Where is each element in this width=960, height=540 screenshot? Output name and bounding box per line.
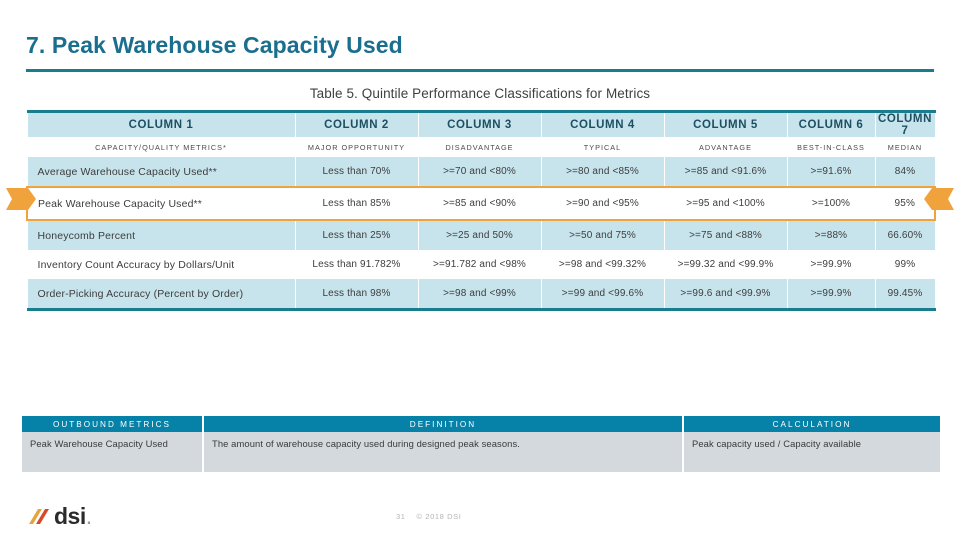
cell-col3: >=25 and 50% — [417, 220, 542, 250]
table-row: Honeycomb Percent Less than 25% >=25 and… — [26, 220, 936, 250]
cell-col5: >=99.32 and <99.9% — [663, 250, 788, 279]
cell-col7: 66.60% — [874, 220, 936, 250]
title-block: 7. Peak Warehouse Capacity Used — [26, 30, 934, 72]
page-title: 7. Peak Warehouse Capacity Used — [26, 32, 403, 58]
cell-metric: Inventory Count Accuracy by Dollars/Unit — [26, 250, 296, 279]
cell-col7: 84% — [874, 157, 936, 187]
cell-col4: >=50 and 75% — [540, 220, 665, 250]
copyright-text: © 2018 DSI — [416, 512, 462, 521]
sub-header-4: TYPICAL — [541, 137, 664, 157]
sub-header-5: ADVANTAGE — [664, 137, 787, 157]
cell-col7: 99% — [874, 250, 936, 279]
cell-col4: >=80 and <85% — [540, 157, 665, 187]
cell-col2: Less than 98% — [294, 279, 419, 311]
definition-table-body: Peak Warehouse Capacity Used The amount … — [22, 432, 940, 472]
column-header-6: COLUMN 6 — [786, 110, 876, 137]
definition-header-calculation: CALCULATION — [684, 416, 940, 432]
cell-col5: >=75 and <88% — [663, 220, 788, 250]
footer-meta: 31 © 2018 DSI — [396, 512, 461, 521]
quintile-table: COLUMN 1 COLUMN 2 COLUMN 3 COLUMN 4 COLU… — [26, 110, 936, 311]
column-header-4: COLUMN 4 — [540, 110, 665, 137]
table-row: Average Warehouse Capacity Used** Less t… — [26, 157, 936, 187]
cell-col7: 99.45% — [874, 279, 936, 311]
definition-table-head: OUTBOUND METRICS DEFINITION CALCULATION — [22, 416, 940, 432]
cell-col3: >=70 and <80% — [417, 157, 542, 187]
table-caption: Table 5. Quintile Performance Classifica… — [309, 86, 651, 101]
definition-header-metrics: OUTBOUND METRICS — [22, 416, 202, 432]
column-header-5: COLUMN 5 — [663, 110, 788, 137]
highlight-ribbon-left-icon — [6, 188, 36, 210]
cell-col4: >=90 and <95% — [540, 186, 665, 221]
definition-header-definition: DEFINITION — [204, 416, 682, 432]
cell-col5: >=95 and <100% — [663, 186, 788, 221]
sub-header-2: MAJOR OPPORTUNITY — [295, 137, 418, 157]
column-header-1: COLUMN 1 — [26, 110, 296, 137]
sub-header-1: CAPACITY/QUALITY METRICS* — [27, 137, 295, 157]
cell-metric: Average Warehouse Capacity Used** — [26, 157, 296, 187]
cell-col6: >=99.9% — [786, 250, 876, 279]
cell-col6: >=99.9% — [786, 279, 876, 311]
column-header-7: COLUMN 7 — [874, 110, 936, 137]
cell-col2: Less than 85% — [294, 186, 419, 221]
cell-col2: Less than 91.782% — [294, 250, 419, 279]
footer: dsi . 31 © 2018 DSI — [0, 498, 960, 540]
sub-header-3: DISADVANTAGE — [418, 137, 541, 157]
column-header-2: COLUMN 2 — [294, 110, 419, 137]
definition-table: OUTBOUND METRICS DEFINITION CALCULATION … — [20, 416, 942, 472]
definition-header-row: OUTBOUND METRICS DEFINITION CALCULATION — [22, 416, 940, 432]
definition-metric-name: Peak Warehouse Capacity Used — [22, 432, 202, 472]
title-divider — [26, 69, 934, 72]
calculation-text: Peak capacity used / Capacity available — [684, 432, 940, 472]
sub-header-row: CAPACITY/QUALITY METRICS* MAJOR OPPORTUN… — [27, 137, 935, 157]
definition-text: The amount of warehouse capacity used du… — [204, 432, 682, 472]
dsi-logo: dsi . — [27, 501, 93, 529]
cell-col6: >=88% — [786, 220, 876, 250]
definition-row: Peak Warehouse Capacity Used The amount … — [22, 432, 940, 472]
cell-col5: >=99.6 and <99.9% — [663, 279, 788, 311]
cell-col6: >=91.6% — [786, 157, 876, 187]
column-header-3: COLUMN 3 — [417, 110, 542, 137]
definition-table-wrapper: OUTBOUND METRICS DEFINITION CALCULATION … — [20, 416, 940, 472]
table-row: Inventory Count Accuracy by Dollars/Unit… — [26, 250, 936, 279]
cell-metric: Order-Picking Accuracy (Percent by Order… — [26, 279, 296, 311]
column-header-row: COLUMN 1 COLUMN 2 COLUMN 3 COLUMN 4 COLU… — [26, 110, 936, 137]
cell-metric: Peak Warehouse Capacity Used** — [26, 186, 296, 221]
cell-col3: >=91.782 and <98% — [417, 250, 542, 279]
cell-col2: Less than 70% — [294, 157, 419, 187]
dsi-slashes-icon — [29, 509, 49, 524]
sub-header-7: MEDIAN — [875, 137, 935, 157]
cell-col5: >=85 and <91.6% — [663, 157, 788, 187]
sub-header-6: BEST-IN-CLASS — [787, 137, 875, 157]
dsi-logo-text: dsi — [54, 503, 86, 529]
cell-metric: Honeycomb Percent — [26, 220, 296, 250]
cell-col4: >=99 and <99.6% — [540, 279, 665, 311]
dsi-logo-dot: . — [85, 503, 93, 529]
slide-root: 7. Peak Warehouse Capacity Used Table 5.… — [0, 0, 960, 540]
page-number: 31 — [396, 512, 406, 521]
cell-col6: >=100% — [786, 186, 876, 221]
cell-col4: >=98 and <99.32% — [540, 250, 665, 279]
cell-col3: >=85 and <90% — [417, 186, 542, 221]
table-row-highlighted: Peak Warehouse Capacity Used** Less than… — [26, 186, 936, 221]
cell-col2: Less than 25% — [294, 220, 419, 250]
quintile-table-head: COLUMN 1 COLUMN 2 COLUMN 3 COLUMN 4 COLU… — [26, 110, 936, 157]
table-row: Order-Picking Accuracy (Percent by Order… — [26, 279, 936, 311]
highlight-ribbon-right-icon — [924, 188, 954, 210]
cell-col3: >=98 and <99% — [417, 279, 542, 311]
quintile-table-wrapper: COLUMN 1 COLUMN 2 COLUMN 3 COLUMN 4 COLU… — [26, 110, 936, 311]
quintile-table-body: Average Warehouse Capacity Used** Less t… — [26, 157, 936, 311]
